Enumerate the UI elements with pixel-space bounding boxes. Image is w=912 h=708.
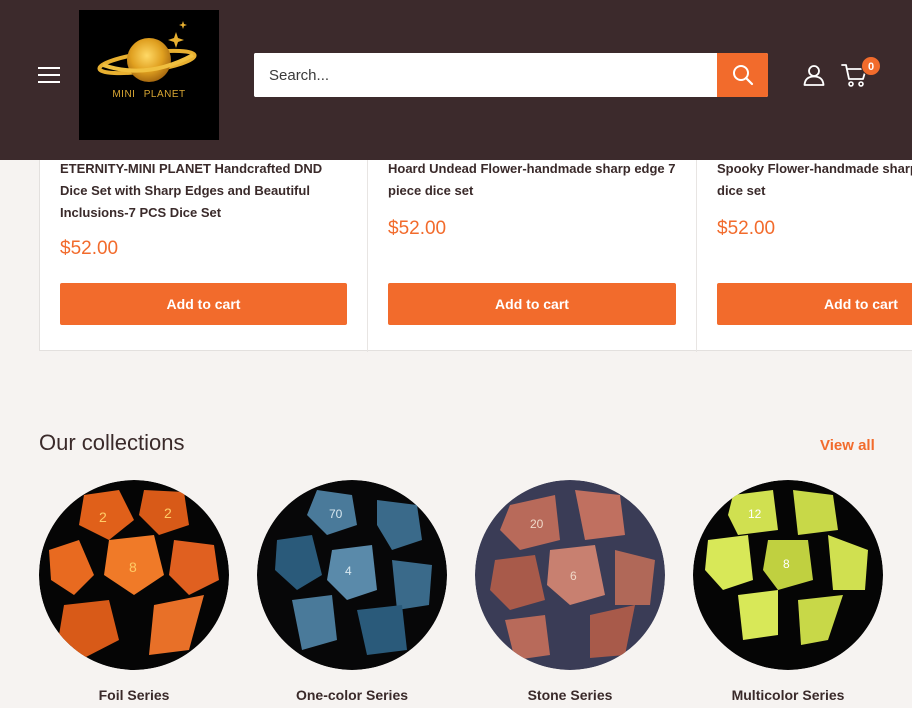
product-title[interactable]: ETERNITY-MINI PLANET Handcrafted DND Dic…: [60, 158, 350, 224]
add-to-cart-button[interactable]: Add to cart: [388, 283, 676, 325]
collections-title: Our collections: [39, 430, 185, 455]
product-title[interactable]: Spooky Flower-handmade sharp edge 7 piec…: [717, 158, 912, 202]
collection-foil[interactable]: 2 2 8 Foil Series: [39, 480, 229, 703]
cart-count-badge[interactable]: 0: [861, 56, 881, 76]
product-price: $52.00: [717, 218, 776, 239]
product-carousel: ETERNITY-MINI PLANET Handcrafted DND Dic…: [39, 140, 912, 352]
one-color-dice-image: 70 4: [257, 480, 447, 670]
collection-one-color[interactable]: 70 4 One-color Series: [257, 480, 447, 703]
svg-text:8: 8: [129, 559, 137, 575]
site-header: MINI PLANET 0: [0, 0, 912, 160]
collection-label[interactable]: One-color Series: [237, 687, 467, 703]
svg-text:8: 8: [783, 557, 790, 571]
product-price: $52.00: [388, 218, 447, 239]
search-bar: [254, 53, 768, 97]
search-icon: [732, 65, 753, 86]
svg-text:2: 2: [99, 509, 107, 525]
add-to-cart-button[interactable]: Add to cart: [717, 283, 912, 325]
multicolor-dice-image: 12 8: [693, 480, 883, 670]
product-card[interactable]: Spooky Flower-handmade sharp edge 7 piec…: [697, 141, 912, 352]
product-price: $52.00: [60, 238, 119, 259]
logo-text: MINI PLANET: [112, 89, 186, 100]
svg-text:2: 2: [164, 505, 172, 521]
svg-text:12: 12: [748, 507, 762, 521]
search-input[interactable]: [254, 53, 717, 97]
add-to-cart-button[interactable]: Add to cart: [60, 283, 347, 325]
foil-dice-image: 2 2 8: [39, 480, 229, 670]
site-logo[interactable]: MINI PLANET: [79, 10, 219, 140]
collection-label[interactable]: Foil Series: [19, 687, 249, 703]
collection-label[interactable]: Multicolor Series: [673, 687, 903, 703]
stone-dice-image: 20 6: [475, 480, 665, 670]
product-card[interactable]: Hoard Undead Flower-handmade sharp edge …: [368, 141, 696, 352]
svg-text:70: 70: [329, 507, 343, 521]
search-button[interactable]: [717, 53, 768, 97]
account-icon[interactable]: [803, 64, 825, 86]
svg-text:6: 6: [570, 569, 577, 583]
product-card[interactable]: ETERNITY-MINI PLANET Handcrafted DND Dic…: [40, 141, 367, 352]
collection-multicolor[interactable]: 12 8 Multicolor Series: [693, 480, 883, 703]
product-title[interactable]: Hoard Undead Flower-handmade sharp edge …: [388, 158, 683, 202]
svg-text:4: 4: [345, 564, 352, 578]
planet-logo-icon: [97, 21, 197, 82]
svg-text:20: 20: [530, 517, 544, 531]
collection-stone[interactable]: 20 6 Stone Series: [475, 480, 665, 703]
menu-icon[interactable]: [38, 67, 60, 84]
collection-label[interactable]: Stone Series: [455, 687, 685, 703]
view-all-link[interactable]: View all: [820, 437, 875, 454]
